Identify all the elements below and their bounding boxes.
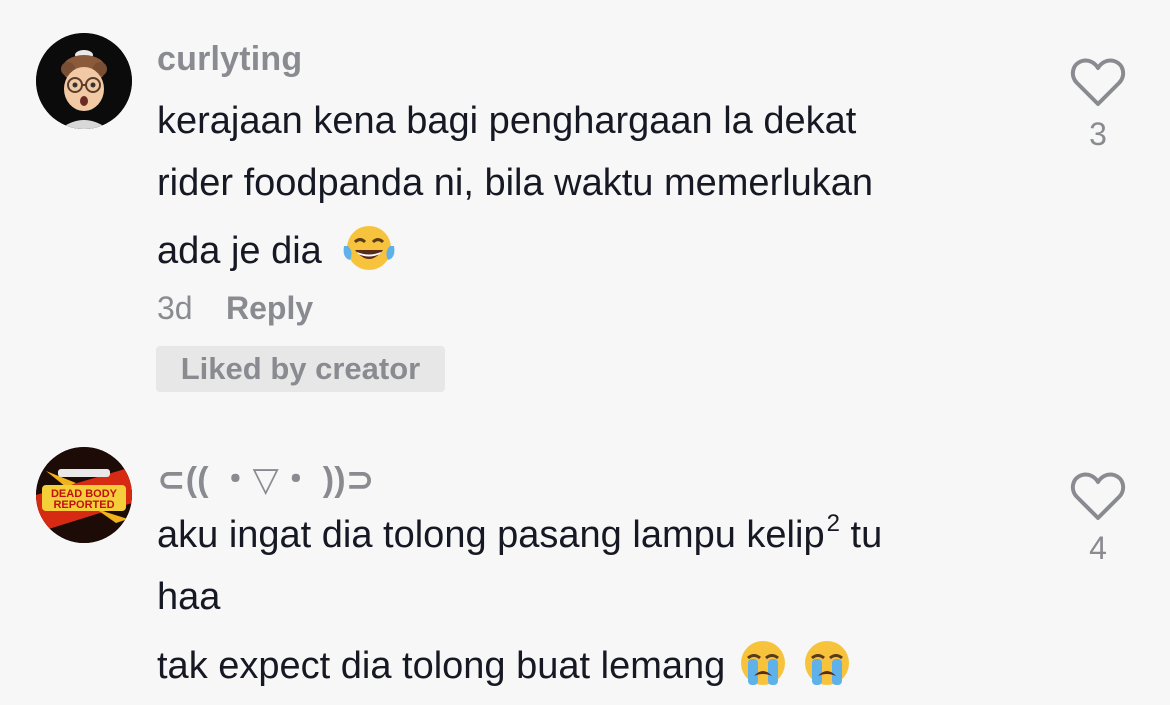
comment-timestamp: 3d xyxy=(157,290,193,326)
like-count: 4 xyxy=(1089,530,1107,566)
heart-icon[interactable] xyxy=(1070,56,1126,108)
comment-text: tak expect dia tolong buat lemang xyxy=(157,645,726,688)
comment-text-line: aku ingat dia tolong pasang lampu kelip2… xyxy=(157,510,883,557)
username[interactable]: curlyting xyxy=(157,40,302,79)
superscript: 2 xyxy=(826,510,840,537)
memoji-avatar-icon xyxy=(36,33,132,129)
comment-text-line-last: tak expect dia tolong buat lemang xyxy=(157,638,854,698)
avatar[interactable] xyxy=(36,33,132,129)
avatar[interactable]: DEAD BODY REPORTED xyxy=(36,447,132,543)
comment-text-line: haa xyxy=(157,576,221,618)
heart-icon[interactable] xyxy=(1070,470,1126,522)
comment-text: aku ingat dia tolong pasang lampu kelip xyxy=(157,514,825,556)
liked-by-creator-badge: Liked by creator xyxy=(156,346,445,392)
reply-button[interactable]: Reply xyxy=(226,290,313,327)
like-count: 3 xyxy=(1089,116,1107,152)
face-with-tears-of-joy-icon xyxy=(342,224,396,282)
loudly-crying-face-icon xyxy=(736,638,790,698)
comment-text-line-last: ada je dia xyxy=(157,224,396,282)
dead-body-reported-avatar-icon: DEAD BODY REPORTED xyxy=(36,447,132,543)
username[interactable]: ⊂(( ・▽・ ))⊃ xyxy=(157,452,375,501)
comment-text: ada je dia xyxy=(157,230,322,273)
comment-text-line: rider foodpanda ni, bila waktu memerluka… xyxy=(157,162,874,204)
comment-text-line: kerajaan kena bagi penghargaan la dekat xyxy=(157,100,857,142)
avatar-text: REPORTED xyxy=(53,499,114,511)
comment-item: DEAD BODY REPORTED ⊂(( ・▽・ ))⊃ aku ingat… xyxy=(0,420,1170,705)
comment-text: tu xyxy=(839,514,883,556)
loudly-crying-face-icon xyxy=(800,638,854,698)
comment-item: curlyting kerajaan kena bagi penghargaan… xyxy=(0,0,1170,420)
